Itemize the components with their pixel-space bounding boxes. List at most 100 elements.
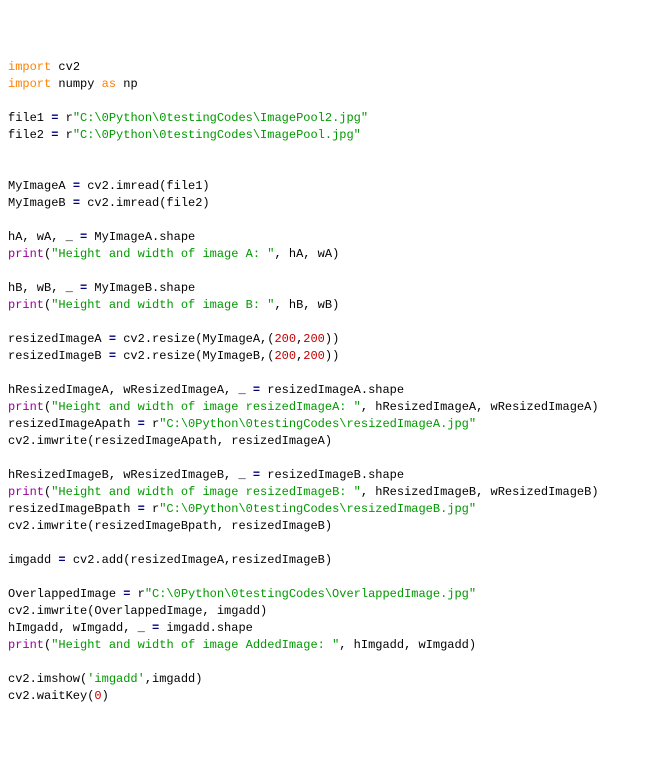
string-literal: "C:\0Python\0testingCodes\resizedImageB.… [159, 502, 476, 516]
builtin-print: print [8, 485, 44, 499]
code-line: resizedImageB = cv2.resize(MyImageB,(200… [8, 349, 339, 363]
code-line: cv2.imwrite(resizedImageApath, resizedIm… [8, 434, 332, 448]
code-line: resizedImageApath = r"C:\0Python\0testin… [8, 417, 476, 431]
operator: = [253, 468, 260, 482]
identifier: np [116, 77, 138, 91]
string-literal: "Height and width of image A: " [51, 247, 274, 261]
operator: = [109, 332, 116, 346]
code-line: hB, wB, _ = MyImageB.shape [8, 281, 195, 295]
code-line: MyImageB = cv2.imread(file2) [8, 196, 210, 210]
builtin-print: print [8, 400, 44, 414]
code-line: print("Height and width of image resized… [8, 485, 599, 499]
expression: MyImageB.shape [87, 281, 195, 295]
expression: cv2.imread(file1) [80, 179, 210, 193]
number-literal: 200 [274, 332, 296, 346]
identifier: imgadd [8, 553, 58, 567]
expression: , hB, wB) [274, 298, 339, 312]
code-line: cv2.imshow('imgadd',imgadd) [8, 672, 202, 686]
code-line: OverlappedImage = r"C:\0Python\0testingC… [8, 587, 476, 601]
expression: , hImgadd, wImgadd) [339, 638, 476, 652]
expression: , hResizedImageB, wResizedImageB) [361, 485, 599, 499]
identifier: numpy [51, 77, 101, 91]
identifier: r [58, 111, 72, 125]
code-block: import cv2 import numpy as np file1 = r"… [8, 59, 652, 705]
string-literal: "Height and width of image resizedImageB… [51, 485, 361, 499]
code-line: imgadd = cv2.add(resizedImageA,resizedIm… [8, 553, 332, 567]
identifier: r [145, 417, 159, 431]
expression: cv2.resize(MyImageA,( [116, 332, 274, 346]
operator: = [138, 417, 145, 431]
expression: ,imgadd) [145, 672, 203, 686]
identifier: MyImageB [8, 196, 73, 210]
identifier: resizedImageBpath [8, 502, 138, 516]
operator: = [73, 196, 80, 210]
keyword-import: import [8, 60, 51, 74]
operator: = [138, 502, 145, 516]
code-line: cv2.imwrite(OverlappedImage, imgadd) [8, 604, 267, 618]
code-line: resizedImageA = cv2.resize(MyImageA,(200… [8, 332, 339, 346]
operator: = [152, 621, 159, 635]
code-line: hResizedImageB, wResizedImageB, _ = resi… [8, 468, 404, 482]
expression: cv2.resize(MyImageB,( [116, 349, 274, 363]
identifier: resizedImageB [8, 349, 109, 363]
expression: MyImageA.shape [87, 230, 195, 244]
identifier: hImgadd, wImgadd, _ [8, 621, 152, 635]
paren: ) [102, 689, 109, 703]
expression: imgadd.shape [159, 621, 253, 635]
code-line: import cv2 [8, 60, 80, 74]
expression: cv2.imwrite(resizedImageBpath, resizedIm… [8, 519, 332, 533]
expression: resizedImageA.shape [260, 383, 404, 397]
code-line: file2 = r"C:\0Python\0testingCodes\Image… [8, 128, 361, 142]
code-line: print("Height and width of image resized… [8, 400, 599, 414]
expression: resizedImageB.shape [260, 468, 404, 482]
identifier: MyImageA [8, 179, 73, 193]
string-literal: 'imgadd' [87, 672, 145, 686]
number-literal: 200 [303, 332, 325, 346]
expression: cv2.imread(file2) [80, 196, 210, 210]
code-line: print("Height and width of image B: ", h… [8, 298, 339, 312]
code-line: hA, wA, _ = MyImageA.shape [8, 230, 195, 244]
expression: cv2.waitKey( [8, 689, 94, 703]
identifier: r [130, 587, 144, 601]
builtin-print: print [8, 247, 44, 261]
identifier: resizedImageA [8, 332, 109, 346]
expression: cv2.imshow( [8, 672, 87, 686]
string-literal: "Height and width of image resizedImageA… [51, 400, 361, 414]
paren: ( [44, 638, 51, 652]
code-line: file1 = r"C:\0Python\0testingCodes\Image… [8, 111, 368, 125]
number-literal: 200 [303, 349, 325, 363]
identifier: file1 [8, 111, 51, 125]
expression: cv2.imwrite(OverlappedImage, imgadd) [8, 604, 267, 618]
identifier: hResizedImageA, wResizedImageA, _ [8, 383, 253, 397]
operator: = [253, 383, 260, 397]
code-line: print("Height and width of image AddedIm… [8, 638, 476, 652]
expression: cv2.imwrite(resizedImageApath, resizedIm… [8, 434, 332, 448]
string-literal: "C:\0Python\0testingCodes\ImagePool2.jpg… [73, 111, 368, 125]
code-line: hImgadd, wImgadd, _ = imgadd.shape [8, 621, 253, 635]
identifier: r [145, 502, 159, 516]
code-line: import numpy as np [8, 77, 138, 91]
operator: = [58, 553, 65, 567]
string-literal: "Height and width of image AddedImage: " [51, 638, 339, 652]
string-literal: "C:\0Python\0testingCodes\ImagePool.jpg" [73, 128, 361, 142]
keyword-import: import [8, 77, 51, 91]
code-line: resizedImageBpath = r"C:\0Python\0testin… [8, 502, 476, 516]
operator: = [73, 179, 80, 193]
identifier: hB, wB, _ [8, 281, 80, 295]
expression: , hA, wA) [274, 247, 339, 261]
paren: )) [325, 332, 339, 346]
builtin-print: print [8, 638, 44, 652]
number-literal: 200 [274, 349, 296, 363]
keyword-as: as [102, 77, 116, 91]
identifier: cv2 [51, 60, 80, 74]
expression: cv2.add(resizedImageA,resizedImageB) [66, 553, 332, 567]
identifier: resizedImageApath [8, 417, 138, 431]
number-literal: 0 [94, 689, 101, 703]
paren: )) [325, 349, 339, 363]
code-line: print("Height and width of image A: ", h… [8, 247, 339, 261]
string-literal: "Height and width of image B: " [51, 298, 274, 312]
string-literal: "C:\0Python\0testingCodes\resizedImageA.… [159, 417, 476, 431]
operator: = [109, 349, 116, 363]
string-literal: "C:\0Python\0testingCodes\OverlappedImag… [145, 587, 476, 601]
identifier: OverlappedImage [8, 587, 123, 601]
